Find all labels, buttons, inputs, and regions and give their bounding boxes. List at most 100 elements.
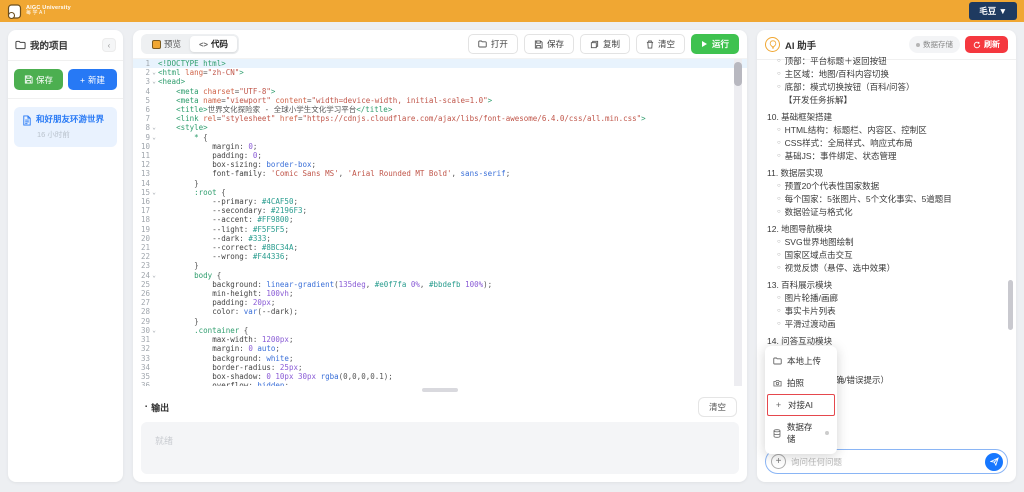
attach-plus-button[interactable]: +	[771, 454, 786, 469]
code-line[interactable]: 24⌄ body {	[133, 271, 747, 280]
run-button[interactable]: 运行	[691, 34, 739, 54]
code-text: border-radius: 25px;	[158, 363, 303, 372]
menu-item-data-storage[interactable]: 数据存储	[765, 416, 837, 450]
code-text: overflow: hidden;	[158, 381, 289, 386]
refresh-icon	[973, 41, 981, 49]
code-line[interactable]: 13 font-family: 'Comic Sans MS', 'Arial …	[133, 169, 747, 178]
code-line[interactable]: 26 min-height: 100vh;	[133, 289, 747, 298]
folder-icon	[773, 357, 782, 365]
logo-icon	[7, 4, 22, 19]
menu-item-local-upload[interactable]: 本地上传	[765, 350, 837, 372]
new-project-button[interactable]: + 新建	[68, 69, 117, 90]
code-line[interactable]: 21 --correct: #8BC34A;	[133, 243, 747, 252]
code-line[interactable]: 35 box-shadow: 0 10px 30px rgba(0,0,0,0.…	[133, 372, 747, 381]
fold-spacer	[150, 307, 158, 316]
code-line[interactable]: 25 background: linear-gradient(135deg, #…	[133, 280, 747, 289]
fold-spacer	[150, 197, 158, 206]
database-icon	[773, 429, 782, 438]
bullet-icon: ○	[777, 318, 781, 331]
code-line[interactable]: 34 border-radius: 25px;	[133, 363, 747, 372]
code-line[interactable]: 1<!DOCTYPE html>	[133, 59, 747, 68]
code-line[interactable]: 2⌄<html lang="zh-CN">	[133, 68, 747, 77]
copy-button[interactable]: 复制	[580, 34, 630, 54]
code-line[interactable]: 12 box-sizing: border-box;	[133, 160, 747, 169]
fold-arrow-icon[interactable]: ⌄	[150, 188, 158, 197]
assistant-title: AI 助手	[785, 38, 816, 52]
sidebar-actions: 保存 + 新建	[8, 61, 123, 99]
user-menu-button[interactable]: 毛豆 ▼	[969, 2, 1017, 20]
code-line[interactable]: 19 --light: #F5F5F5;	[133, 225, 747, 234]
project-list-item[interactable]: 和好朋友环游世界 16 小时前	[14, 107, 117, 147]
line-number: 33	[133, 354, 150, 363]
fold-arrow-icon[interactable]: ⌄	[150, 271, 158, 280]
attach-menu-popup: 本地上传 拍照 + 对接AI 数据存储	[765, 346, 837, 454]
code-line[interactable]: 17 --secondary: #2196F3;	[133, 206, 747, 215]
code-line[interactable]: 23 }	[133, 261, 747, 270]
fold-arrow-icon[interactable]: ⌄	[150, 77, 158, 86]
editor-scrollbar-thumb[interactable]	[734, 62, 742, 86]
code-line[interactable]: 10 margin: 0;	[133, 142, 747, 151]
assistant-list-item: ○国家区域点击交互	[767, 249, 1006, 262]
code-line[interactable]: 8⌄ <style>	[133, 123, 747, 132]
output-toggle-icon[interactable]: ▪	[145, 404, 147, 410]
line-number: 29	[133, 317, 150, 326]
line-number: 27	[133, 298, 150, 307]
ai-assistant-panel: AI 助手 数据存储 刷新 ○顶部：平台标题＋返回按钮○主区域：地图/百科内容切…	[757, 30, 1016, 482]
code-line[interactable]: 4 <meta charset="UTF-8">	[133, 87, 747, 96]
code-line[interactable]: 27 padding: 20px;	[133, 298, 747, 307]
code-line[interactable]: 11 padding: 0;	[133, 151, 747, 160]
clear-button[interactable]: 清空	[636, 34, 685, 54]
code-line[interactable]: 9⌄ * {	[133, 133, 747, 142]
save-button[interactable]: 保存	[524, 34, 574, 54]
fold-arrow-icon[interactable]: ⌄	[150, 326, 158, 335]
code-line[interactable]: 18 --accent: #FF9800;	[133, 215, 747, 224]
bullet-icon: ○	[777, 150, 781, 163]
chat-input[interactable]	[791, 457, 980, 467]
line-number: 3	[133, 77, 150, 86]
code-line[interactable]: 20 --dark: #333;	[133, 234, 747, 243]
code-line[interactable]: 3⌄<head>	[133, 77, 747, 86]
tab-preview[interactable]: 预览	[143, 36, 190, 52]
code-line[interactable]: 22 --wrong: #F44336;	[133, 252, 747, 261]
code-editor[interactable]: 1<!DOCTYPE html>2⌄<html lang="zh-CN">3⌄<…	[133, 58, 747, 386]
assistant-list-item: ○事实卡片列表	[767, 305, 1006, 318]
assistant-scrollbar-thumb[interactable]	[1008, 280, 1013, 330]
output-status-text: 就绪	[141, 422, 739, 459]
save-project-button[interactable]: 保存	[14, 69, 63, 90]
code-line[interactable]: 28 color: var(--dark);	[133, 307, 747, 316]
code-line[interactable]: 36 overflow: hidden;	[133, 381, 747, 386]
code-line[interactable]: 16 --primary: #4CAF50;	[133, 197, 747, 206]
panel-resize-handle[interactable]	[133, 386, 747, 394]
fold-spacer	[150, 234, 158, 243]
menu-item-connect-ai[interactable]: + 对接AI	[767, 394, 835, 416]
code-line[interactable]: 6 <title>世界文化探险家 - 全球小学生文化学习平台</title>	[133, 105, 747, 114]
line-number: 2	[133, 68, 150, 77]
send-button[interactable]	[985, 453, 1003, 471]
fold-arrow-icon[interactable]: ⌄	[150, 133, 158, 142]
code-text: <!DOCTYPE html>	[158, 59, 226, 68]
code-line[interactable]: 7 <link rel="stylesheet" href="https://c…	[133, 114, 747, 123]
tab-code[interactable]: <> 代码	[190, 36, 237, 52]
code-line[interactable]: 29 }	[133, 317, 747, 326]
output-clear-button[interactable]: 清空	[698, 397, 737, 417]
editor-scrollbar-track[interactable]	[734, 59, 742, 386]
refresh-button[interactable]: 刷新	[965, 36, 1008, 53]
sidebar-collapse-button[interactable]: ‹	[102, 38, 116, 52]
code-line[interactable]: 32 margin: 0 auto;	[133, 344, 747, 353]
code-text: <title>世界文化探险家 - 全球小学生文化学习平台</title>	[158, 105, 392, 114]
code-line[interactable]: 14 }	[133, 179, 747, 188]
line-number: 18	[133, 215, 150, 224]
line-number: 34	[133, 363, 150, 372]
code-line[interactable]: 5 <meta name="viewport" content="width=d…	[133, 96, 747, 105]
camera-icon	[773, 379, 782, 387]
code-line[interactable]: 31 max-width: 1200px;	[133, 335, 747, 344]
code-line[interactable]: 15⌄ :root {	[133, 188, 747, 197]
code-line[interactable]: 33 background: white;	[133, 354, 747, 363]
code-line[interactable]: 30⌄ .container {	[133, 326, 747, 335]
data-storage-badge[interactable]: 数据存储	[909, 36, 960, 53]
fold-arrow-icon[interactable]: ⌄	[150, 68, 158, 77]
bullet-icon: ○	[777, 180, 781, 193]
open-button[interactable]: 打开	[468, 34, 518, 54]
menu-item-take-photo[interactable]: 拍照	[765, 372, 837, 394]
fold-arrow-icon[interactable]: ⌄	[150, 123, 158, 132]
